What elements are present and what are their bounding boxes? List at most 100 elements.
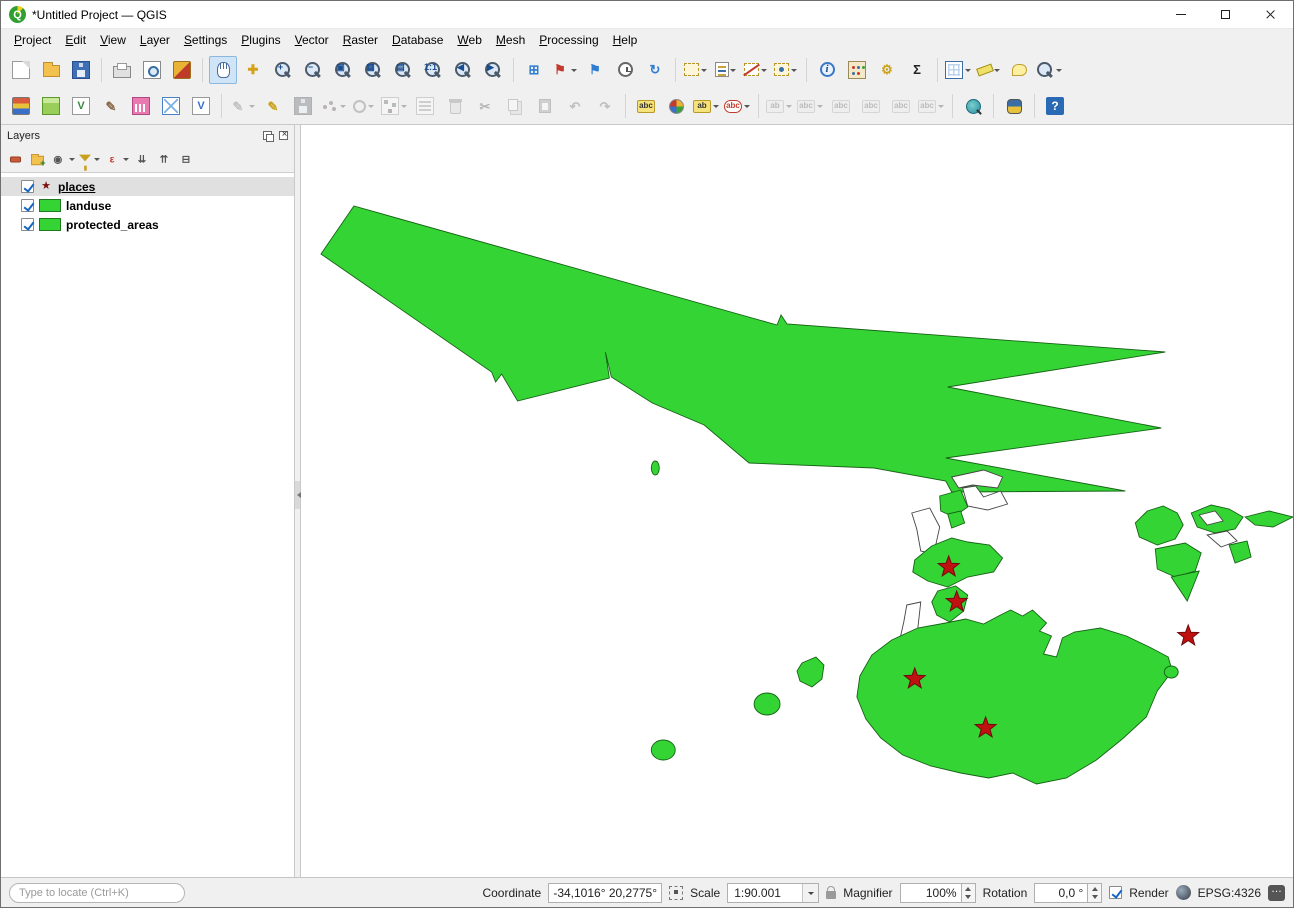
spin-up-icon[interactable] — [962, 884, 975, 893]
layer-visibility-checkbox[interactable] — [21, 199, 34, 212]
nominatim-geocoder-dropdown[interactable] — [1054, 57, 1063, 83]
vertex-tool-dropdown[interactable] — [399, 93, 408, 119]
remove-layer-button[interactable]: ⊟ — [175, 148, 197, 170]
highlight-pinned-labels-dropdown[interactable] — [784, 93, 793, 119]
layer-labeling-options-button[interactable]: abc — [632, 92, 660, 120]
open-attribute-table-button[interactable] — [944, 56, 973, 84]
filter-legend-by-expression-button[interactable]: ε — [102, 148, 131, 170]
crs-globe-icon[interactable] — [1176, 885, 1191, 900]
menu-project[interactable]: Project — [7, 31, 58, 49]
panel-splitter[interactable] — [294, 125, 301, 877]
zoom-next-button[interactable]: ▶ — [479, 56, 507, 84]
select-features-button[interactable] — [682, 56, 710, 84]
layer-visibility-checkbox[interactable] — [21, 218, 34, 231]
filter-legend-by-expression-dropdown[interactable] — [121, 149, 130, 169]
show-layout-manager-button[interactable] — [138, 56, 166, 84]
measure-line-button[interactable] — [975, 56, 1003, 84]
messages-icon[interactable] — [1268, 885, 1285, 901]
maximize-button[interactable] — [1203, 1, 1248, 28]
new-virtual-layer-button[interactable] — [157, 92, 185, 120]
layer-visibility-checkbox[interactable] — [21, 180, 34, 193]
manage-map-themes-button[interactable]: ◉ — [48, 148, 77, 170]
zoom-out-button[interactable]: − — [299, 56, 327, 84]
open-project-button[interactable] — [37, 56, 65, 84]
scale-dropdown-icon[interactable] — [802, 884, 818, 902]
select-features-by-value-button[interactable] — [712, 56, 740, 84]
close-button[interactable] — [1248, 1, 1293, 28]
rotation-spinbox[interactable]: 0,0 ° — [1034, 883, 1102, 903]
new-shapefile-layer-button[interactable]: V — [67, 92, 95, 120]
zoom-to-native-resolution-button[interactable]: 1:1 — [419, 56, 447, 84]
rotation-spin-buttons[interactable] — [1088, 883, 1102, 903]
pan-map-button[interactable] — [209, 56, 237, 84]
new-spatial-bookmark-dropdown[interactable] — [569, 57, 578, 83]
label-options-dropdown[interactable] — [711, 93, 720, 119]
minimize-button[interactable] — [1158, 1, 1203, 28]
save-project-button[interactable] — [67, 56, 95, 84]
identify-features-button[interactable]: i — [813, 56, 841, 84]
field-calculator-button[interactable] — [843, 56, 871, 84]
diagram-options-dropdown[interactable] — [742, 93, 751, 119]
python-console-button[interactable] — [1000, 92, 1028, 120]
open-attribute-table-dropdown[interactable] — [963, 57, 972, 83]
lock-scale-icon[interactable] — [826, 891, 836, 899]
crs-value[interactable]: EPSG:4326 — [1198, 886, 1261, 900]
change-label-properties-dropdown[interactable] — [936, 93, 945, 119]
measure-line-dropdown[interactable] — [993, 57, 1002, 83]
temporal-controller-button[interactable] — [611, 56, 639, 84]
new-mesh-layer-button[interactable]: V — [187, 92, 215, 120]
zoom-to-selection-button[interactable]: ▦ — [359, 56, 387, 84]
menu-mesh[interactable]: Mesh — [489, 31, 532, 49]
select-by-location-dropdown[interactable] — [789, 57, 798, 83]
nominatim-geocoder-button[interactable] — [1035, 56, 1064, 84]
pan-map-to-selection-button[interactable]: ✚ — [239, 56, 267, 84]
metasearch-button[interactable] — [959, 92, 987, 120]
layer-item-landuse[interactable]: landuse — [1, 196, 294, 215]
magnifier-spinbox[interactable]: 100% — [900, 883, 976, 903]
collapse-all-button[interactable]: ⇈ — [153, 148, 175, 170]
menu-edit[interactable]: Edit — [58, 31, 93, 49]
zoom-last-button[interactable]: ◀ — [449, 56, 477, 84]
select-features-by-value-dropdown[interactable] — [729, 57, 738, 83]
spin-up-icon[interactable] — [1088, 884, 1101, 893]
menu-plugins[interactable]: Plugins — [234, 31, 287, 49]
add-point-feature-dropdown[interactable] — [338, 93, 347, 119]
add-group-button[interactable] — [26, 148, 48, 170]
select-by-location-button[interactable] — [772, 56, 800, 84]
zoom-to-layer-button[interactable]: ▤ — [389, 56, 417, 84]
locate-input[interactable] — [9, 883, 185, 903]
map-canvas[interactable] — [301, 125, 1293, 877]
menu-web[interactable]: Web — [450, 31, 488, 49]
deselect-features-dropdown[interactable] — [759, 57, 768, 83]
show-spatial-bookmarks-button[interactable]: ⚑ — [581, 56, 609, 84]
open-layer-styling-panel-button[interactable] — [4, 148, 26, 170]
zoom-in-button[interactable]: + — [269, 56, 297, 84]
new-geopackage-layer-button[interactable] — [37, 92, 65, 120]
new-spatialite-layer-button[interactable]: ✎ — [97, 92, 125, 120]
extents-toggle-icon[interactable] — [669, 886, 683, 900]
splitter-collapse-handle[interactable] — [295, 481, 300, 509]
menu-raster[interactable]: Raster — [336, 31, 385, 49]
statistical-summary-button[interactable]: Σ — [903, 56, 931, 84]
scale-combobox[interactable]: 1:90.001 — [727, 883, 819, 903]
select-features-dropdown[interactable] — [699, 57, 708, 83]
filter-legend-dropdown[interactable] — [92, 149, 101, 169]
menu-layer[interactable]: Layer — [133, 31, 177, 49]
new-map-view-button[interactable]: ⊞ — [520, 56, 548, 84]
spin-down-icon[interactable] — [1088, 893, 1101, 902]
toggle-editing-button[interactable]: ✎ — [259, 92, 287, 120]
menu-help[interactable]: Help — [606, 31, 645, 49]
zoom-full-button[interactable]: ▣ — [329, 56, 357, 84]
coordinate-input[interactable]: -34,1016° 20,2775° — [548, 883, 662, 903]
new-temporary-scratch-layer-button[interactable] — [127, 92, 155, 120]
magnifier-spin-buttons[interactable] — [962, 883, 976, 903]
manage-map-themes-dropdown[interactable] — [67, 149, 76, 169]
menu-settings[interactable]: Settings — [177, 31, 234, 49]
layer-item-places[interactable]: ★places — [1, 177, 294, 196]
spin-down-icon[interactable] — [962, 893, 975, 902]
show-hide-labels-dropdown[interactable] — [815, 93, 824, 119]
menu-database[interactable]: Database — [385, 31, 450, 49]
layer-item-protected_areas[interactable]: protected_areas — [1, 215, 294, 234]
menu-vector[interactable]: Vector — [288, 31, 336, 49]
render-checkbox[interactable] — [1109, 886, 1122, 899]
